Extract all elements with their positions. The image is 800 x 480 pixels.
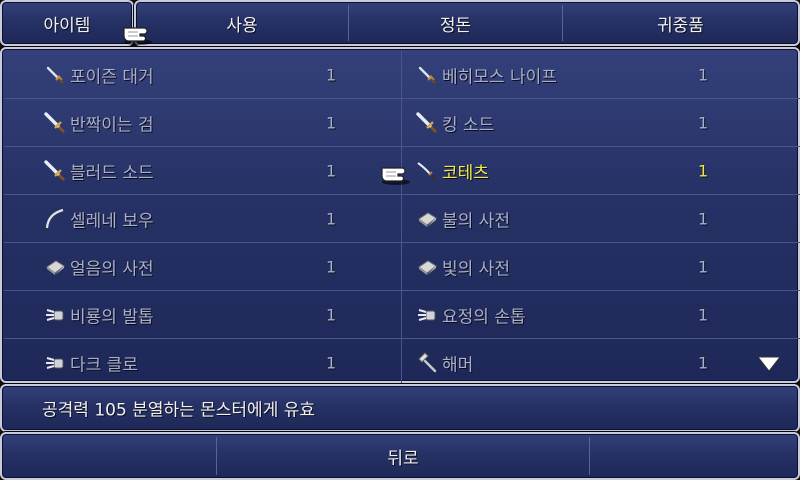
- item-name: 코테츠: [442, 163, 489, 183]
- item-slot[interactable]: 코테츠 1: [402, 147, 800, 195]
- item-slot[interactable]: 킹 소드 1: [402, 99, 800, 147]
- back-bar: 뒤로: [0, 432, 800, 480]
- item-slot[interactable]: 셀레네 보우 1: [4, 195, 402, 243]
- item-quantity: 1: [326, 113, 337, 132]
- description-panel: 공격력 105 분열하는 몬스터에게 유효: [0, 384, 800, 432]
- item-name: 킹 소드: [442, 115, 495, 135]
- item-name: 다크 클로: [70, 355, 138, 376]
- item-slot[interactable]: 포이즌 대거 1: [4, 51, 402, 99]
- category-tab-items[interactable]: 아이템: [2, 2, 132, 44]
- sword-icon: [44, 111, 66, 134]
- item-description: 공격력 105 분열하는 몬스터에게 유효: [42, 400, 316, 421]
- katana-icon: [416, 160, 438, 182]
- item-slot[interactable]: 요정의 손톱 1: [402, 291, 800, 339]
- category-tab-panel: 아이템: [0, 0, 134, 46]
- sort-button[interactable]: 정돈: [349, 2, 562, 44]
- item-slot[interactable]: 불의 사전 1: [402, 195, 800, 243]
- item-name: 빛의 사전: [442, 259, 510, 279]
- dagger-icon: [416, 64, 438, 86]
- item-slot[interactable]: 반짝이는 검 1: [4, 99, 402, 147]
- book-icon: [44, 256, 66, 278]
- claw-icon: [44, 304, 66, 326]
- book-icon: [416, 208, 438, 230]
- item-quantity: 1: [326, 353, 337, 373]
- item-name: 포이즌 대거: [70, 67, 154, 87]
- claw-icon: [44, 352, 66, 374]
- hammer-icon: [416, 352, 438, 374]
- item-slot[interactable]: 블러드 소드 1: [4, 147, 402, 195]
- sword-icon: [416, 111, 438, 134]
- key-items-button[interactable]: 귀중품: [563, 2, 798, 44]
- action-menu-bar: 사용 정돈 귀중품: [134, 0, 800, 46]
- back-button[interactable]: 뒤로: [217, 434, 589, 478]
- item-slot[interactable]: 다크 클로 1: [4, 339, 402, 387]
- scroll-down-icon[interactable]: [756, 354, 782, 374]
- item-quantity: 1: [698, 161, 709, 180]
- item-list-panel: 포이즌 대거 1 베히모스 나이프 1 반짝이는 검1킹 소드 1 블러드 소드 1 코테츠 1 셀…: [0, 47, 800, 387]
- pointer-hand-icon: [123, 27, 152, 45]
- divider: [589, 437, 590, 475]
- sword-icon: [44, 159, 66, 182]
- item-name: 반짝이는 검: [70, 115, 154, 135]
- selection-hand-icon: [381, 167, 410, 185]
- item-slot[interactable]: 얼음의 사전 1: [4, 243, 402, 291]
- item-quantity: 1: [326, 161, 337, 180]
- item-name: 불의 사전: [442, 211, 510, 231]
- bow-icon: [44, 208, 66, 230]
- dagger-icon: [44, 64, 66, 86]
- item-quantity: 1: [698, 209, 709, 228]
- use-button[interactable]: 사용: [136, 2, 348, 44]
- item-quantity: 1: [326, 305, 337, 324]
- item-slot[interactable]: 비룡의 발톱 1: [4, 291, 402, 339]
- item-quantity: 1: [326, 209, 337, 228]
- item-slot[interactable]: 베히모스 나이프 1: [402, 51, 800, 99]
- item-name: 셀레네 보우: [70, 211, 154, 231]
- item-name: 비룡의 발톱: [70, 307, 154, 327]
- item-quantity: 1: [698, 257, 709, 276]
- item-quantity: 1: [326, 257, 337, 276]
- item-name: 요정의 손톱: [442, 307, 526, 327]
- item-quantity: 1: [698, 353, 709, 373]
- book-icon: [416, 256, 438, 278]
- item-name: 베히모스 나이프: [442, 67, 557, 87]
- item-quantity: 1: [326, 65, 337, 84]
- item-name: 해머: [442, 355, 474, 376]
- item-slot[interactable]: 빛의 사전 1: [402, 243, 800, 291]
- item-quantity: 1: [698, 305, 709, 324]
- item-slot[interactable]: 해머 1: [402, 339, 800, 387]
- item-name: 얼음의 사전: [70, 259, 154, 279]
- item-quantity: 1: [698, 65, 709, 84]
- item-quantity: 1: [698, 113, 709, 132]
- item-grid: 포이즌 대거 1 베히모스 나이프 1 반짝이는 검1킹 소드 1 블러드 소드 1 코테츠 1 셀…: [4, 51, 800, 387]
- claw-icon: [416, 304, 438, 326]
- item-name: 블러드 소드: [70, 163, 154, 183]
